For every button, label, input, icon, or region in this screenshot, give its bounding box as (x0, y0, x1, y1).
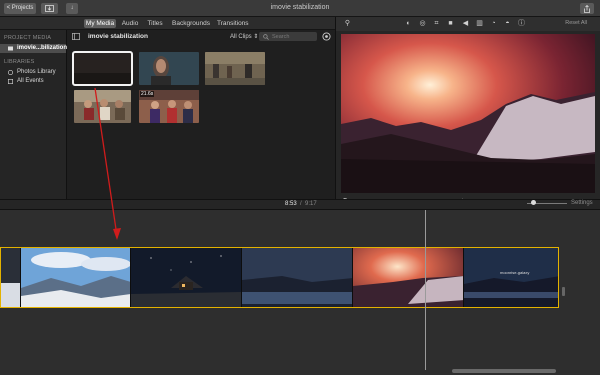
window-title: imovie stabilization (270, 4, 330, 11)
tab-transitions[interactable]: Transitions (217, 19, 249, 28)
timeline-settings-button[interactable]: Settings (571, 200, 593, 206)
timecode-separator: / (300, 201, 302, 207)
clip-thumbnail (205, 52, 265, 85)
tab-titles[interactable]: Titles (146, 19, 164, 28)
equalizer-icon[interactable]: ▥ (475, 19, 484, 28)
events-icon (8, 79, 13, 84)
reset-all-button[interactable]: Reset All (565, 20, 587, 26)
search-icon (263, 34, 269, 40)
sidebar-toggle-icon[interactable] (72, 33, 80, 40)
search-input[interactable] (272, 32, 316, 41)
tab-backgrounds[interactable]: Backgrounds (172, 19, 210, 28)
color-correction-icon[interactable]: ◎ (418, 19, 427, 28)
crop-icon[interactable]: ⌗ (432, 19, 441, 28)
color-balance-icon[interactable]: ◐ (404, 19, 413, 28)
tab-audio[interactable]: Audio (120, 19, 140, 28)
timeline-frame: moonrise-galaxy (464, 248, 558, 307)
film-icon (8, 46, 13, 51)
clip-trim-handle[interactable] (562, 287, 565, 296)
noise-reduction-icon[interactable]: ◓ (503, 19, 512, 28)
timecode-bar: 8:53 / 9:17 (0, 199, 600, 210)
sidebar-item-project[interactable]: imovie...bilization (0, 44, 67, 53)
clip-thumbnail (139, 52, 199, 85)
libraries-heading: LIBRARIES (4, 59, 35, 65)
updown-chevron-icon: ⇕ (253, 34, 259, 40)
clip-filter-dropdown[interactable]: All Clips ⇕ (230, 33, 258, 40)
tab-my-media[interactable]: My Media (84, 19, 116, 28)
media-clip-5[interactable]: 21.6s (139, 90, 199, 123)
timeline-clip-strip[interactable]: moonrise-galaxy (0, 247, 559, 308)
playhead[interactable] (425, 210, 426, 370)
share-icon (584, 4, 590, 13)
project-media-heading: PROJECT MEDIA (4, 35, 52, 41)
timeline-scrollbar[interactable] (452, 369, 556, 373)
gear-icon[interactable] (322, 32, 331, 41)
photos-icon (8, 70, 13, 75)
duration-badge: 21.6s (140, 91, 155, 97)
timeline-frame (1, 248, 21, 307)
current-timecode: 8:53 (285, 201, 297, 207)
share-button[interactable] (580, 3, 594, 14)
timeline-frame (21, 248, 131, 307)
clip-thumbnail (74, 90, 131, 123)
media-browser: imovie stabilization All Clips ⇕ Search … (67, 30, 335, 199)
clip-thumbnail (74, 53, 131, 84)
sidebar-item-all-events[interactable]: All Events (0, 77, 66, 86)
total-duration: 9:17 (305, 201, 317, 207)
title-bar: < Projects ↓ imovie stabilization (0, 0, 600, 17)
browser-header: imovie stabilization All Clips ⇕ (67, 30, 335, 43)
zoom-slider-knob[interactable] (531, 200, 536, 205)
sunset-mountain-frame (341, 34, 595, 193)
video-preview (341, 34, 595, 193)
media-clip-2[interactable] (139, 52, 199, 85)
magic-wand-icon[interactable]: ⚲ (343, 19, 352, 28)
browser-title: imovie stabilization (88, 33, 148, 40)
viewer-toolbar: ⚲ ◐ ◎ ⌗ ■ ◀ ▥ ◔ ◓ ⓘ Reset All (336, 17, 600, 31)
stabilization-icon[interactable]: ■ (446, 19, 455, 28)
sidebar-item-photos-library[interactable]: Photos Library (0, 68, 66, 77)
media-clip-1[interactable] (72, 51, 133, 86)
clip-caption: moonrise-galaxy (500, 270, 530, 275)
timeline-frame (131, 248, 242, 307)
volume-icon[interactable]: ◀ (461, 19, 470, 28)
viewer-panel: ⚲ ◐ ◎ ⌗ ■ ◀ ▥ ◔ ◓ ⓘ Reset All (335, 17, 600, 208)
timeline: moonrise-galaxy (0, 210, 600, 375)
libraries-sidebar: PROJECT MEDIA imovie...bilization LIBRAR… (0, 30, 67, 199)
media-clip-4[interactable] (74, 90, 131, 123)
search-box[interactable] (259, 32, 317, 41)
timeline-frame (242, 248, 353, 307)
info-icon[interactable]: ⓘ (517, 19, 526, 28)
speed-icon[interactable]: ◔ (489, 19, 498, 28)
media-clip-3[interactable] (205, 52, 265, 85)
timeline-frame (353, 248, 464, 307)
